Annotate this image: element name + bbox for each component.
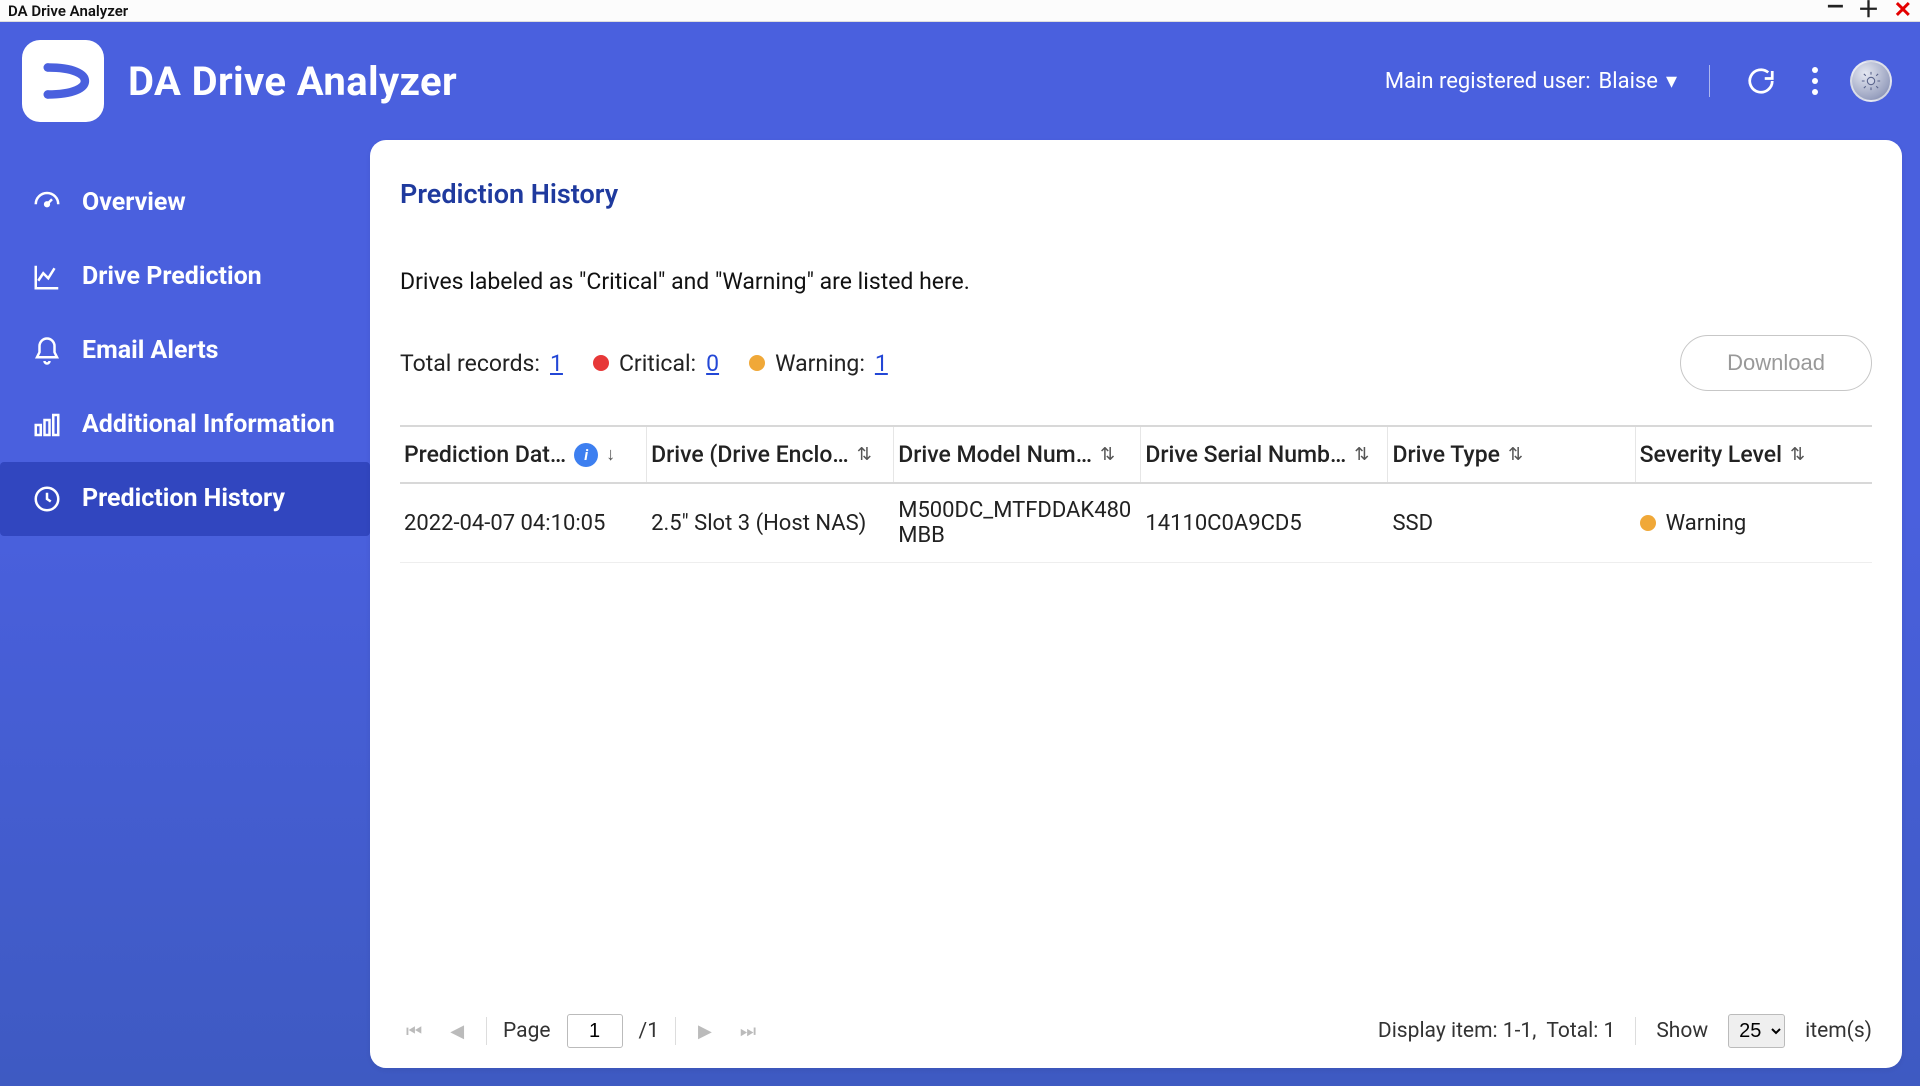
sidebar-item-label: Additional Information — [82, 411, 335, 439]
sidebar-item-label: Email Alerts — [82, 337, 219, 365]
sort-icon[interactable]: ⇅ — [1100, 444, 1115, 465]
header-actions: Main registered user: Blaise ▾ — [1385, 60, 1892, 102]
refresh-button[interactable] — [1742, 62, 1780, 100]
user-name: Blaise — [1599, 69, 1658, 94]
chevron-down-icon: ▾ — [1666, 69, 1677, 94]
window-close-icon[interactable]: ✕ — [1894, 0, 1912, 22]
divider — [1635, 1017, 1636, 1045]
brand: DA Drive Analyzer — [22, 40, 457, 122]
column-serial[interactable]: Drive Serial Numb… ⇅ — [1141, 427, 1388, 482]
divider — [1709, 65, 1710, 97]
column-label: Severity Level — [1640, 441, 1782, 468]
main-panel: Prediction History Drives labeled as "Cr… — [370, 140, 1902, 1068]
column-label: Drive Type — [1392, 441, 1499, 468]
summary-row: Total records: 1 Critical: 0 Warning: 1 — [400, 335, 1872, 391]
sidebar-item-email-alerts[interactable]: Email Alerts — [0, 314, 370, 388]
page-total: /1 — [639, 1019, 659, 1043]
page-next-button[interactable]: ▶ — [692, 1017, 718, 1046]
summary-warning-label: Warning: — [775, 350, 865, 377]
sort-icon[interactable]: ⇅ — [1790, 444, 1805, 465]
cell-serial: 14110C0A9CD5 — [1141, 497, 1388, 550]
bar-chart-icon — [30, 408, 64, 442]
app-logo-icon — [22, 40, 104, 122]
page-last-button[interactable]: ⏭ — [734, 1017, 762, 1046]
cell-date: 2022-04-07 04:10:05 — [400, 497, 647, 550]
summary-critical: Critical: 0 — [593, 350, 719, 377]
sidebar-item-label: Drive Prediction — [82, 263, 262, 291]
chart-line-icon — [30, 260, 64, 294]
table-header: Prediction Dat… i ↓ Drive (Drive Enclo… … — [400, 427, 1872, 484]
user-label-prefix: Main registered user: — [1385, 69, 1591, 94]
items-label: item(s) — [1805, 1019, 1872, 1043]
bell-icon — [30, 334, 64, 368]
page-label: Page — [503, 1019, 551, 1043]
page-size-select[interactable]: 25 — [1728, 1014, 1785, 1048]
cell-drive: 2.5" Slot 3 (Host NAS) — [647, 497, 894, 550]
summary-total-label: Total records: — [400, 350, 540, 377]
prediction-history-table: Prediction Dat… i ↓ Drive (Drive Enclo… … — [400, 425, 1872, 563]
show-label: Show — [1656, 1019, 1708, 1043]
column-label: Prediction Dat… — [404, 441, 566, 468]
window-title: DA Drive Analyzer — [8, 2, 128, 20]
sidebar-item-drive-prediction[interactable]: Drive Prediction — [0, 240, 370, 314]
sidebar-item-additional-information[interactable]: Additional Information — [0, 388, 370, 462]
app-title: DA Drive Analyzer — [128, 58, 457, 105]
critical-dot-icon — [593, 355, 609, 371]
sidebar-item-label: Overview — [82, 189, 186, 217]
pager: ⏮ ◀ Page /1 ▶ ⏭ — [400, 1014, 762, 1048]
summary-critical-link[interactable]: 0 — [706, 350, 719, 377]
sidebar-item-prediction-history[interactable]: Prediction History — [0, 462, 370, 536]
divider — [486, 1017, 487, 1045]
summary-warning-link[interactable]: 1 — [875, 350, 888, 377]
sort-desc-icon[interactable]: ↓ — [606, 444, 615, 465]
warning-dot-icon — [1640, 515, 1656, 531]
sort-icon[interactable]: ⇅ — [857, 444, 872, 465]
gauge-icon — [30, 186, 64, 220]
sidebar-item-label: Prediction History — [82, 485, 285, 513]
sidebar: Overview Drive Prediction Email Alerts A… — [0, 140, 370, 1086]
window-minimize-icon[interactable]: — — [1827, 0, 1844, 19]
app-header: DA Drive Analyzer Main registered user: … — [0, 22, 1920, 140]
table-footer: ⏮ ◀ Page /1 ▶ ⏭ Display item: 1-1, Total… — [400, 1000, 1872, 1048]
column-drive[interactable]: Drive (Drive Enclo… ⇅ — [647, 427, 894, 482]
table-row[interactable]: 2022-04-07 04:10:05 2.5" Slot 3 (Host NA… — [400, 484, 1872, 562]
column-label: Drive Serial Numb… — [1145, 441, 1346, 468]
panel-title: Prediction History — [400, 178, 1872, 210]
column-model[interactable]: Drive Model Num… ⇅ — [894, 427, 1141, 482]
more-menu-button[interactable] — [1812, 67, 1818, 95]
column-label: Drive (Drive Enclo… — [651, 441, 849, 468]
cell-type: SSD — [1388, 497, 1635, 550]
display-total-text: Display item: 1-1, Total: 1 — [1378, 1019, 1615, 1043]
summary-critical-label: Critical: — [619, 350, 696, 377]
clock-icon — [30, 482, 64, 516]
sort-icon[interactable]: ⇅ — [1508, 444, 1523, 465]
settings-badge-icon[interactable] — [1850, 60, 1892, 102]
summary-total-link[interactable]: 1 — [550, 350, 563, 377]
column-severity[interactable]: Severity Level ⇅ — [1636, 427, 1872, 482]
sort-icon[interactable]: ⇅ — [1354, 444, 1369, 465]
cell-severity: Warning — [1636, 497, 1872, 550]
severity-text: Warning — [1666, 511, 1747, 536]
main-user-dropdown[interactable]: Main registered user: Blaise ▾ — [1385, 69, 1677, 94]
page-first-button[interactable]: ⏮ — [400, 1017, 428, 1046]
column-label: Drive Model Num… — [898, 441, 1092, 468]
window-maximize-icon[interactable]: ＋ — [1858, 0, 1880, 22]
summary-warning: Warning: 1 — [749, 350, 888, 377]
summary-total: Total records: 1 — [400, 350, 563, 377]
page-number-input[interactable] — [567, 1014, 623, 1048]
warning-dot-icon — [749, 355, 765, 371]
column-type[interactable]: Drive Type ⇅ — [1388, 427, 1635, 482]
panel-description: Drives labeled as "Critical" and "Warnin… — [400, 268, 1872, 295]
column-prediction-date[interactable]: Prediction Dat… i ↓ — [400, 427, 647, 482]
window-titlebar: DA Drive Analyzer — ＋ ✕ — [0, 0, 1920, 22]
window-controls: — ＋ ✕ — [1827, 0, 1912, 22]
page-prev-button[interactable]: ◀ — [444, 1017, 470, 1046]
divider — [675, 1017, 676, 1045]
cell-model: M500DC_MTFDDAK480MBB — [894, 484, 1141, 562]
info-icon[interactable]: i — [574, 443, 598, 467]
download-button[interactable]: Download — [1680, 335, 1872, 391]
sidebar-item-overview[interactable]: Overview — [0, 166, 370, 240]
